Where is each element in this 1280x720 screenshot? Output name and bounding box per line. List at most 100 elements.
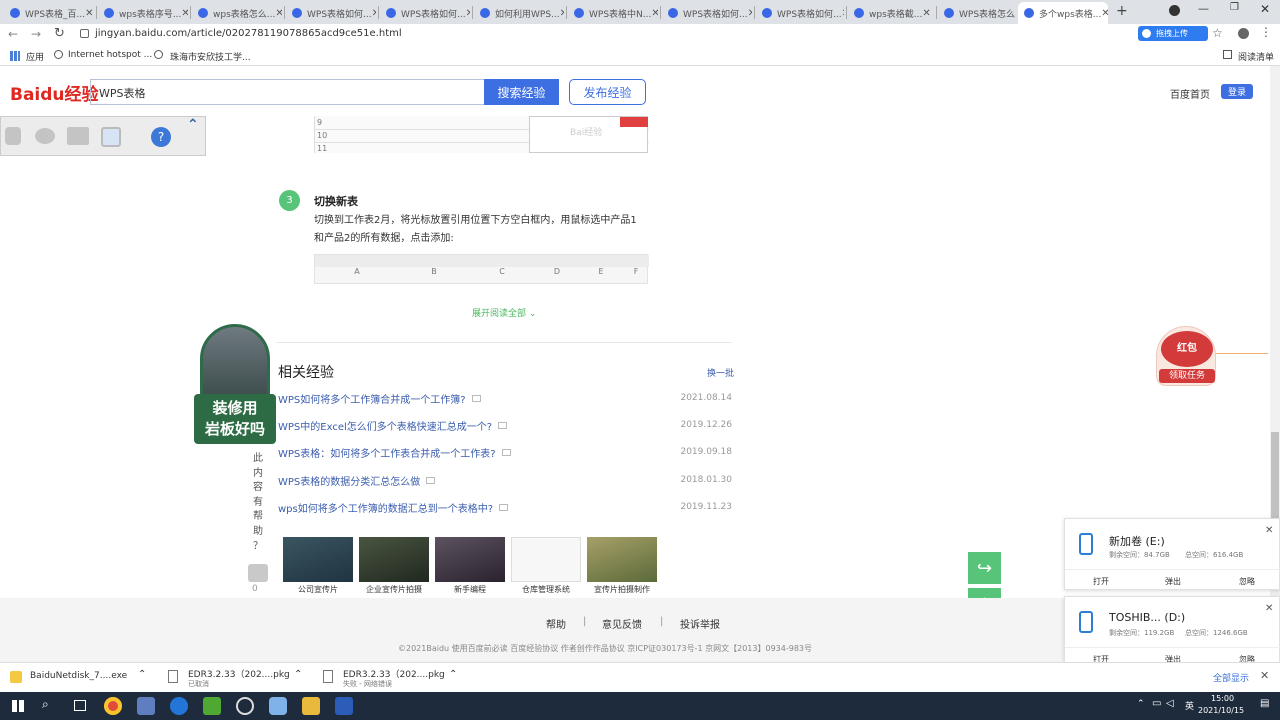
browser-tab[interactable]: WPS表格怎么...✕ (938, 2, 1016, 24)
app-icon[interactable] (170, 697, 188, 715)
browser-tab-active[interactable]: 多个wps表格... ✕ (1018, 2, 1108, 24)
close-icon[interactable]: ✕ (1101, 8, 1108, 19)
home-link[interactable]: 百度首页 (1170, 86, 1210, 101)
notification-icon[interactable]: ▤ (1260, 698, 1269, 709)
publish-button[interactable]: 发布经验 (569, 79, 646, 105)
app-icon[interactable] (236, 697, 254, 715)
list-item[interactable]: WPS表格的数据分类汇总怎么做 2018.01.30 (278, 470, 732, 490)
list-item[interactable]: wps如何将多个工作簿的数据汇总到一个表格中? 2019.11.23 (278, 497, 732, 517)
refresh-link[interactable]: 换一批 (707, 366, 734, 379)
back-icon[interactable]: ← (8, 27, 18, 41)
clock-time[interactable]: 15:00 (1211, 694, 1234, 703)
hand-tool-icon[interactable] (5, 127, 21, 145)
related-image[interactable] (359, 537, 429, 582)
lock-icon[interactable] (80, 29, 89, 38)
list-item[interactable]: WPS如何将多个工作簿合并成一个工作簿? 2021.08.14 (278, 388, 732, 408)
bookmark-apps[interactable]: 应用 (26, 50, 44, 63)
zoom-icon[interactable] (101, 127, 121, 147)
browser-tab[interactable]: wps表格怎么... ✕ (192, 2, 282, 24)
close-icon[interactable]: ✕ (372, 8, 376, 19)
share-button[interactable]: ↪ (968, 552, 1001, 584)
upload-badge[interactable]: 拖拽上传 (1138, 26, 1208, 41)
window-close-icon[interactable]: ✕ (1260, 2, 1270, 16)
browser-tab[interactable]: wps表格截... ✕ (848, 2, 934, 24)
menu-icon[interactable]: ⋮ (1260, 25, 1272, 39)
close-icon[interactable]: ✕ (1265, 603, 1273, 614)
search-input[interactable]: WPS表格 (90, 79, 485, 105)
close-icon[interactable]: ✕ (85, 8, 93, 19)
browser-tab[interactable]: WPS表格如何...✕ (286, 2, 376, 24)
bookmark-item[interactable]: 珠海市安欣技工学... (170, 50, 251, 63)
close-icon[interactable]: ✕ (748, 8, 752, 19)
ime-indicator[interactable]: 英 (1185, 699, 1194, 712)
folder-icon[interactable] (302, 697, 320, 715)
help-icon[interactable]: ? (151, 127, 171, 147)
chevron-up-icon[interactable]: ⌃ (294, 669, 302, 680)
restore-icon[interactable]: ❐ (1230, 2, 1239, 13)
print-icon[interactable] (67, 127, 89, 145)
windows-start-icon[interactable] (12, 700, 24, 712)
usb-ignore-button[interactable]: 忽略 (1239, 576, 1255, 587)
new-tab-icon[interactable]: + (1116, 3, 1128, 19)
browser-tab[interactable]: WPS表格如何...✕ (380, 2, 470, 24)
login-button[interactable]: 登录 (1221, 84, 1253, 99)
minimize-icon[interactable]: — (1198, 2, 1209, 15)
footer-link-report[interactable]: 投诉举报 (680, 616, 720, 631)
close-icon[interactable]: ✕ (275, 8, 282, 19)
search-button[interactable]: 搜索经验 (484, 79, 559, 105)
thumbs-up-icon[interactable] (248, 564, 268, 582)
spreadsheet-icon[interactable] (203, 697, 221, 715)
browser-tab[interactable]: wps表格序号... ✕ (98, 2, 188, 24)
close-icon[interactable]: ✕ (466, 8, 470, 19)
close-icon[interactable]: ✕ (181, 8, 188, 19)
close-icon[interactable]: ✕ (1265, 525, 1273, 536)
search-icon[interactable]: ⌕ (42, 697, 49, 712)
related-image[interactable] (511, 537, 581, 582)
expand-all-link[interactable]: 展开阅读全部 ⌄ (472, 306, 536, 319)
reading-list[interactable]: 阅读清单 (1238, 50, 1274, 63)
related-image[interactable] (435, 537, 505, 582)
footer-link-help[interactable]: 帮助 (546, 616, 566, 631)
usb-eject-button[interactable]: 弹出 (1165, 576, 1181, 587)
task-view-icon[interactable] (74, 700, 86, 711)
redpacket-widget[interactable]: 红包 领取任务 (1156, 326, 1216, 386)
related-image[interactable] (587, 537, 657, 582)
clock-date[interactable]: 2021/10/15 (1198, 706, 1244, 715)
browser-tab[interactable]: WPS表格如何...✕ (662, 2, 752, 24)
close-icon[interactable]: ✕ (560, 8, 564, 19)
list-item[interactable]: WPS表格：如何将多个工作表合并成一个工作表? 2019.09.18 (278, 442, 732, 462)
network-icon[interactable]: ▭ (1152, 698, 1161, 709)
close-icon[interactable]: ✕ (842, 8, 844, 19)
app-icon[interactable] (137, 697, 155, 715)
browser-tab[interactable]: WPS表格中N... ✕ (568, 2, 658, 24)
close-icon[interactable]: ✕ (651, 8, 658, 19)
browser-tab[interactable]: 如何利用WPS... ✕ (474, 2, 564, 24)
bookmark-star-icon[interactable]: ☆ (1212, 26, 1223, 40)
chrome-icon[interactable] (104, 697, 122, 715)
chevron-up-icon[interactable]: ⌃ (449, 669, 457, 680)
footer-link-feedback[interactable]: 意见反馈 (602, 616, 642, 631)
browser-tab[interactable]: WPS表格如何...✕ (756, 2, 844, 24)
side-ad[interactable]: 装修用 岩板好吗 (194, 324, 276, 444)
list-item[interactable]: WPS中的Excel怎么们多个表格快速汇总成一个? 2019.12.26 (278, 415, 732, 435)
usb-open-button[interactable]: 打开 (1093, 576, 1109, 587)
app-icon[interactable] (269, 697, 287, 715)
related-image[interactable] (283, 537, 353, 582)
chevron-up-icon[interactable]: ⌃ (1137, 699, 1145, 709)
bookmark-hotspot[interactable]: Internet hotspot ... (68, 50, 152, 60)
profile-dropdown-icon[interactable] (1169, 5, 1180, 16)
close-icon[interactable]: ✕ (1260, 669, 1269, 682)
download-item[interactable]: EDR3.2.33（202....pkg 已取消 ⌃ (168, 667, 308, 689)
reload-icon[interactable]: ↻ (54, 26, 65, 41)
browser-tab[interactable]: WPS表格_百... ✕ (4, 2, 94, 24)
baidu-logo[interactable]: Baidu经验 (10, 80, 99, 105)
download-item[interactable]: BaiduNetdisk_7....exe ⌃ (10, 667, 150, 689)
show-all-downloads[interactable]: 全部显示 (1213, 671, 1249, 684)
word-icon[interactable] (335, 697, 353, 715)
volume-icon[interactable]: ◁ (1166, 698, 1174, 709)
forward-icon[interactable]: → (31, 27, 41, 41)
url-text[interactable]: jingyan.baidu.com/article/02027811907886… (95, 28, 402, 39)
account-icon[interactable] (1238, 28, 1249, 39)
close-icon[interactable]: ✕ (922, 8, 930, 19)
chevron-up-icon[interactable]: ⌃ (138, 669, 146, 680)
